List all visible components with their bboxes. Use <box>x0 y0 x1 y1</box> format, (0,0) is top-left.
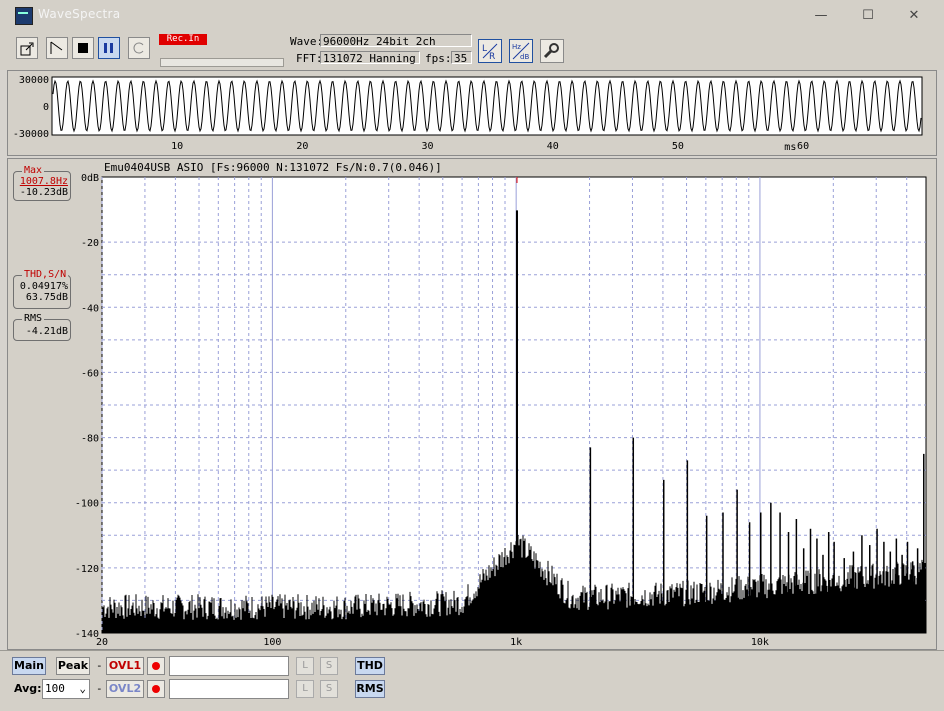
maximize-button[interactable]: ☐ <box>845 3 891 29</box>
fps-label: fps: <box>425 52 452 65</box>
toolbar: Rec.In Wave: 96000Hz 24bit 2ch FFT: 1310… <box>0 31 944 70</box>
wave-xtick-label: 30 <box>422 141 434 152</box>
wave-xtick-label: 10 <box>171 141 183 152</box>
refresh-button[interactable] <box>128 37 150 59</box>
ovl1-name-input[interactable] <box>169 656 289 676</box>
wave-ytick-label: 30000 <box>19 75 49 86</box>
bottom-controls: Main Peak - OVL1 L S THD Avg: 100 ⌄ - OV… <box>0 650 944 711</box>
avg-value: 100 <box>45 682 65 695</box>
spectrum-ytick-label: -20 <box>81 238 99 249</box>
input-level-bar <box>160 58 284 67</box>
ovl2-record-button[interactable] <box>147 680 165 698</box>
settings-wrench-icon <box>543 43 559 59</box>
ovl2-save-button[interactable]: S <box>320 680 338 698</box>
ovl2-name-input[interactable] <box>169 679 289 699</box>
spectrum-ytick-label: -80 <box>81 434 99 445</box>
spectrum-ytick-label: -100 <box>75 499 99 510</box>
wave-xtick-label: 60 <box>797 141 809 152</box>
svg-text:Hz: Hz <box>512 43 521 51</box>
peak-button[interactable]: Peak <box>56 657 90 675</box>
spectrum-chart: 0dB-20-40-60-80-100-120-14020 100 1k 10k <box>75 173 927 648</box>
spectrum-panel: Emu0404USB ASIO [Fs:96000 N:131072 Fs/N:… <box>7 158 937 650</box>
rec-input-badge: Rec.In <box>159 34 207 45</box>
waveform-panel: 30000 0 -30000 10 20 30 40 50 60 ms <box>7 70 937 156</box>
wave-ytick-label: -30000 <box>13 129 49 140</box>
settings-button[interactable] <box>540 39 564 63</box>
spectrum-xtick-label: 20 <box>96 637 108 648</box>
trigger-button[interactable] <box>46 37 68 59</box>
wave-label: Wave: <box>290 35 324 48</box>
svg-text:R: R <box>489 52 495 62</box>
ovl1-load-button[interactable]: L <box>296 657 314 675</box>
export-button[interactable] <box>16 37 38 59</box>
spectrum-xtick-label: 10k <box>751 637 769 648</box>
spectrum-xtick-label: 100 <box>263 637 281 648</box>
hz-db-button[interactable]: Hz dB <box>509 39 533 63</box>
thd-button[interactable]: THD <box>355 657 385 675</box>
avg-label: Avg: <box>14 682 42 695</box>
fft-label: FFT: <box>296 52 323 65</box>
dash-separator-2: - <box>96 682 103 695</box>
title-bar: WaveSpectra — ☐ ✕ <box>0 0 944 32</box>
close-button[interactable]: ✕ <box>891 3 937 29</box>
app-icon <box>15 7 33 25</box>
ovl1-label: OVL1 <box>108 659 142 672</box>
spectrum-ytick-label: -60 <box>81 368 99 379</box>
pause-icon <box>104 43 113 53</box>
ovl2-button[interactable]: OVL2 <box>106 680 144 698</box>
trigger-icon <box>50 41 63 54</box>
rms-button[interactable]: RMS <box>355 680 385 698</box>
lr-channel-button[interactable]: LR <box>478 39 502 63</box>
svg-text:L: L <box>482 44 487 54</box>
svg-text:dB: dB <box>520 53 529 61</box>
window-title: WaveSpectra <box>38 7 121 21</box>
minimize-button[interactable]: — <box>798 3 844 29</box>
wave-ytick-label: 0 <box>43 102 49 113</box>
stop-icon <box>78 43 88 53</box>
ovl1-record-button[interactable] <box>147 657 165 675</box>
spectrum-ytick-label: -120 <box>75 564 99 575</box>
spectrum-ytick-label: -40 <box>81 303 99 314</box>
main-button[interactable]: Main <box>12 657 46 675</box>
chevron-down-icon: ⌄ <box>79 682 86 695</box>
stop-button[interactable] <box>72 37 94 59</box>
ovl2-load-button[interactable]: L <box>296 680 314 698</box>
wave-xunit-label: ms <box>784 142 796 153</box>
waveform-chart: 30000 0 -30000 10 20 30 40 50 60ms <box>13 75 923 153</box>
avg-select[interactable]: 100 ⌄ <box>42 679 90 699</box>
refresh-icon <box>133 42 144 54</box>
spectrum-ytick-label: 0dB <box>81 173 99 184</box>
dash-separator: - <box>96 659 103 672</box>
pause-button[interactable] <box>98 37 120 59</box>
lr-channel-icon: LR <box>482 43 498 62</box>
wave-xtick-label: 40 <box>547 141 559 152</box>
ovl1-button[interactable]: OVL1 <box>106 657 144 675</box>
ovl1-save-button[interactable]: S <box>320 657 338 675</box>
wave-format-value: 96000Hz 24bit 2ch <box>320 34 472 48</box>
hz-db-icon: Hz dB <box>512 42 529 61</box>
wave-xtick-label: 50 <box>672 141 684 152</box>
fft-value: 131072 Hanning <box>320 51 420 65</box>
wave-xtick-label: 20 <box>296 141 308 152</box>
ovl2-label: OVL2 <box>108 682 142 695</box>
spectrum-xtick-label: 1k <box>510 637 522 648</box>
fps-value: 35 <box>451 51 472 65</box>
export-icon <box>20 42 34 56</box>
